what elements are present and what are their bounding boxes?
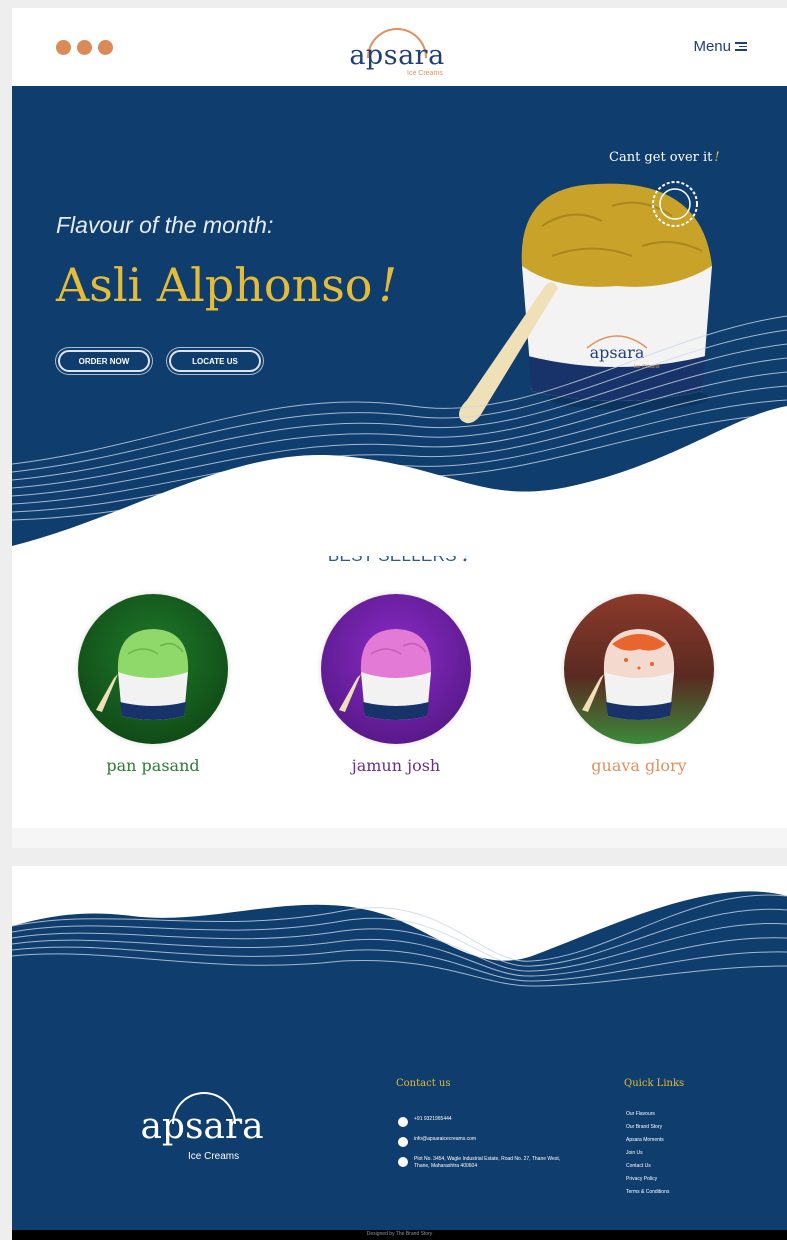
hero-section: apsara Ice Creams Cant get over it! Flav… — [12, 86, 787, 556]
order-now-button[interactable]: ORDER NOW — [58, 350, 150, 372]
page-divider — [12, 828, 787, 848]
best-sellers-title-text: BEST SELLERS — [328, 556, 457, 565]
contact-phone[interactable]: +91 9321965444 — [398, 1116, 452, 1127]
footer-link[interactable]: Join Us — [626, 1150, 643, 1156]
quick-links-title: Quick Links — [624, 1078, 685, 1089]
menu-button[interactable]: Menu — [693, 38, 747, 55]
footer-logo-tagline: Ice Creams — [188, 1151, 240, 1162]
contact-address: Plot No. 3454, Wagle Industrial Estate, … — [398, 1156, 564, 1170]
location-icon — [398, 1157, 408, 1167]
site-footer: apsara Ice Creams Contact us +91 9321965… — [12, 866, 787, 1240]
twitter-icon[interactable] — [56, 40, 71, 55]
mango-scoop — [521, 183, 712, 287]
product-image[interactable] — [78, 594, 228, 744]
footer-link[interactable]: Privacy Policy — [626, 1176, 657, 1182]
hero-title: Asli Alphonso! — [56, 258, 397, 312]
menu-label: Menu — [693, 38, 731, 55]
product-image[interactable] — [321, 594, 471, 744]
footer-link[interactable]: Our Flavours — [626, 1111, 655, 1117]
tagline-mark: ! — [714, 150, 720, 165]
hero-subtitle: Flavour of the month: — [56, 212, 274, 238]
logo-tagline: Ice Creams — [407, 70, 443, 77]
hamburger-icon — [735, 40, 747, 53]
hero-tagline: Cant get over it! — [609, 150, 720, 165]
footer-top-wave — [12, 866, 787, 987]
product-name[interactable]: guava glory — [564, 756, 714, 775]
facebook-icon[interactable] — [77, 40, 92, 55]
hero-title-mark: ! — [378, 258, 398, 312]
phone-icon — [398, 1117, 408, 1127]
footer-link[interactable]: Apsara Moments — [626, 1137, 664, 1143]
product-image[interactable] — [564, 594, 714, 744]
copyright-text: Designed by The Brand Story — [366, 1231, 433, 1237]
social-links — [56, 40, 113, 55]
footer-link[interactable]: Contact Us — [626, 1163, 651, 1169]
best-sellers-title-mark: ! — [462, 556, 471, 567]
footer-logo-wordmark: apsara — [140, 1106, 264, 1147]
hero-title-text: Asli Alphonso — [56, 258, 373, 312]
product-name[interactable]: pan pasand — [78, 756, 228, 775]
footer-logo[interactable]: apsara Ice Creams — [132, 1088, 272, 1168]
tagline-text: Cant get over it — [609, 150, 713, 165]
email-icon — [398, 1137, 408, 1147]
best-sellers-title: BEST SELLERS ! — [12, 556, 787, 567]
product-card[interactable]: guava glory — [564, 594, 714, 775]
contact-address-text: Plot No. 3454, Wagle Industrial Estate, … — [414, 1156, 561, 1169]
product-name[interactable]: jamun josh — [321, 756, 471, 775]
contact-phone-text: +91 9321965444 — [414, 1116, 452, 1122]
best-sellers-section: BEST SELLERS ! pan pasand jamun josh — [12, 556, 787, 828]
site-header: apsara Ice Creams Menu — [12, 8, 787, 86]
copyright-bar: Designed by The Brand Story — [12, 1230, 787, 1240]
contact-email-text: info@apsaraicecreams.com — [414, 1136, 477, 1142]
contact-email[interactable]: info@apsaraicecreams.com — [398, 1136, 476, 1147]
footer-link[interactable]: Terms & Conditions — [626, 1189, 669, 1195]
footer-link[interactable]: Our Brand Story — [626, 1124, 662, 1130]
contact-title: Contact us — [396, 1078, 451, 1089]
locate-us-button[interactable]: LOCATE US — [169, 350, 261, 372]
brand-logo[interactable]: apsara Ice Creams — [349, 24, 445, 80]
hero-bottom-wave — [12, 406, 787, 556]
instagram-icon[interactable] — [98, 40, 113, 55]
product-card[interactable]: jamun josh — [321, 594, 471, 775]
logo-wordmark: apsara — [349, 40, 445, 71]
product-card[interactable]: pan pasand — [78, 594, 228, 775]
